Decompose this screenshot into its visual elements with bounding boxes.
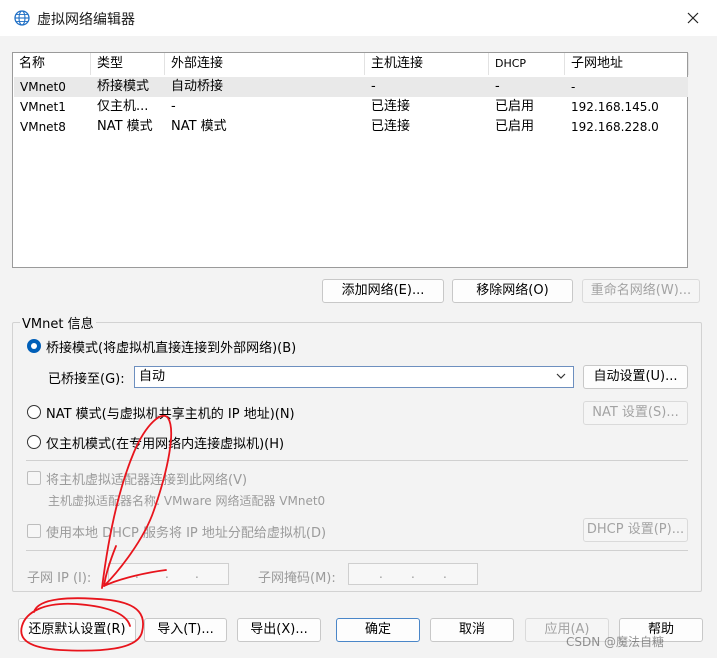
cell-dhcp: 已启用 [495, 99, 535, 114]
ip-dot: . [165, 567, 169, 581]
subnet-ip-label: 子网 IP (I): [27, 571, 92, 586]
column-header-dhcp[interactable]: DHCP [489, 53, 565, 75]
dhcp-settings-button[interactable]: DHCP 设置(P)... [583, 518, 688, 542]
close-icon [687, 12, 699, 24]
cell-type: 仅主机... [97, 99, 149, 114]
cell-host: 已连接 [371, 119, 411, 134]
nat-label[interactable]: NAT 模式(与虚拟机共享主机的 IP 地址)(N) [46, 403, 295, 422]
chevron-down-icon [556, 373, 566, 379]
cell-type: NAT 模式 [97, 119, 153, 134]
connect-adapter-label[interactable]: 将主机虚拟适配器连接到此网络(V) [46, 469, 247, 488]
ip-dot: . [443, 567, 447, 581]
table-row[interactable]: VMnet8 NAT 模式 NAT 模式 已连接 已启用 192.168.228… [14, 117, 688, 137]
bridged-to-select[interactable]: 自动 [134, 366, 574, 388]
cell-name: VMnet0 [20, 80, 66, 94]
column-header-subnet[interactable]: 子网地址 [565, 53, 689, 75]
bridged-label[interactable]: 桥接模式(将虚拟机直接连接到外部网络)(B) [46, 337, 296, 356]
nat-settings-button[interactable]: NAT 设置(S)... [583, 401, 688, 425]
divider [26, 550, 688, 551]
cell-subnet: - [571, 80, 576, 94]
table-row[interactable]: VMnet0 桥接模式 自动桥接 - - - [14, 77, 688, 97]
cell-name: VMnet1 [20, 100, 66, 114]
export-button[interactable]: 导出(X)... [237, 618, 321, 642]
cell-dhcp: 已启用 [495, 119, 535, 134]
host-only-radio[interactable] [27, 435, 41, 449]
close-button[interactable] [676, 4, 710, 32]
column-header-name[interactable]: 名称 [13, 53, 91, 75]
import-button[interactable]: 导入(T)... [144, 618, 227, 642]
dhcp-label[interactable]: 使用本地 DHCP 服务将 IP 地址分配给虚拟机(D) [46, 522, 326, 541]
bridged-to-value: 自动 [139, 369, 166, 384]
globe-icon [14, 10, 30, 26]
cell-name: VMnet8 [20, 120, 66, 134]
ip-dot: . [135, 567, 139, 581]
host-only-label[interactable]: 仅主机模式(在专用网络内连接虚拟机)(H) [46, 433, 284, 452]
vmnet-info-group [12, 322, 702, 592]
watermark: CSDN @魔法自糖 [566, 635, 665, 649]
subnet-mask-field[interactable]: . . . [348, 563, 478, 585]
ok-button[interactable]: 确定 [336, 618, 420, 642]
ip-dot: . [195, 567, 199, 581]
subnet-mask-label: 子网掩码(M): [258, 571, 336, 586]
cell-external: NAT 模式 [171, 119, 227, 134]
connect-adapter-checkbox[interactable] [27, 471, 41, 485]
rename-network-button[interactable]: 重命名网络(W)... [582, 279, 700, 303]
nat-radio[interactable] [27, 405, 41, 419]
vmnet-info-legend: VMnet 信息 [20, 313, 96, 332]
ip-dot: . [411, 567, 415, 581]
add-network-button[interactable]: 添加网络(E)... [322, 279, 444, 303]
cell-external: 自动桥接 [171, 79, 224, 94]
window-title: 虚拟网络编辑器 [37, 12, 135, 28]
adapter-name-label: 主机虚拟适配器名称: VMware 网络适配器 VMnet0 [48, 494, 326, 508]
cell-subnet: 192.168.228.0 [571, 120, 659, 134]
column-header-host[interactable]: 主机连接 [365, 53, 489, 75]
bridged-radio[interactable] [27, 339, 41, 353]
cell-external: - [171, 99, 176, 114]
table-row[interactable]: VMnet1 仅主机... - 已连接 已启用 192.168.145.0 [14, 97, 688, 117]
column-header-external[interactable]: 外部连接 [165, 53, 365, 75]
column-header-type[interactable]: 类型 [91, 53, 165, 75]
vmnet-list[interactable]: 名称 类型 外部连接 主机连接 DHCP 子网地址 VMnet0 桥接模式 自动… [12, 52, 689, 268]
ip-dot: . [379, 567, 383, 581]
restore-defaults-button[interactable]: 还原默认设置(R) [18, 618, 136, 642]
divider [26, 460, 688, 461]
cell-type: 桥接模式 [97, 79, 150, 94]
bridged-to-label: 已桥接至(G): [48, 372, 125, 387]
cell-host: 已连接 [371, 99, 411, 114]
dhcp-checkbox[interactable] [27, 524, 41, 538]
cancel-button[interactable]: 取消 [430, 618, 514, 642]
auto-settings-button[interactable]: 自动设置(U)... [583, 365, 688, 389]
cell-host: - [371, 79, 376, 94]
subnet-ip-field[interactable]: . . . [108, 563, 229, 585]
remove-network-button[interactable]: 移除网络(O) [452, 279, 573, 303]
cell-dhcp: - [495, 79, 500, 94]
cell-subnet: 192.168.145.0 [571, 100, 659, 114]
